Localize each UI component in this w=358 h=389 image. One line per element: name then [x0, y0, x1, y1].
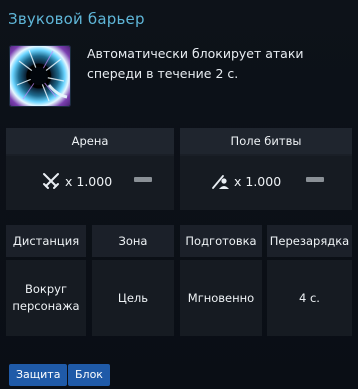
- arena-box: Арена x 1.000: [6, 128, 174, 210]
- stat-value-cooldown: 4 с.: [267, 260, 352, 336]
- arena-dash: [134, 177, 152, 182]
- tag-protection[interactable]: Защита: [9, 364, 68, 386]
- stat-value-distance: Вокруг персонажа: [6, 260, 86, 336]
- stat-label-distance: Дистанция: [6, 225, 86, 257]
- arena-multiplier: x 1.000: [65, 173, 113, 189]
- skill-title: Звуковой барьер: [8, 10, 145, 28]
- stat-label-preparation: Подготовка: [180, 225, 262, 257]
- battlefield-dash: [306, 177, 324, 182]
- battlefield-label: Поле битвы: [180, 128, 352, 154]
- battlefield-icon: [212, 175, 229, 189]
- skill-tooltip-panel: Звуковой барьер Автоматически блокирует …: [0, 0, 358, 389]
- skill-description: Автоматически блокирует атаки спереди в …: [87, 46, 304, 81]
- battlefield-multiplier: x 1.000: [234, 173, 282, 189]
- sonic-barrier-skill-icon: [9, 45, 71, 107]
- tag-block[interactable]: Блок: [68, 364, 110, 386]
- stat-label-zone: Зона: [92, 225, 174, 257]
- stat-label-cooldown: Перезарядка: [267, 225, 352, 257]
- stat-value-preparation: Мгновенно: [180, 260, 262, 336]
- crossed-swords-icon: [43, 173, 59, 189]
- battlefield-box: Поле битвы x 1.000: [180, 128, 352, 210]
- stat-value-zone: Цель: [92, 260, 174, 336]
- arena-label: Арена: [6, 128, 174, 154]
